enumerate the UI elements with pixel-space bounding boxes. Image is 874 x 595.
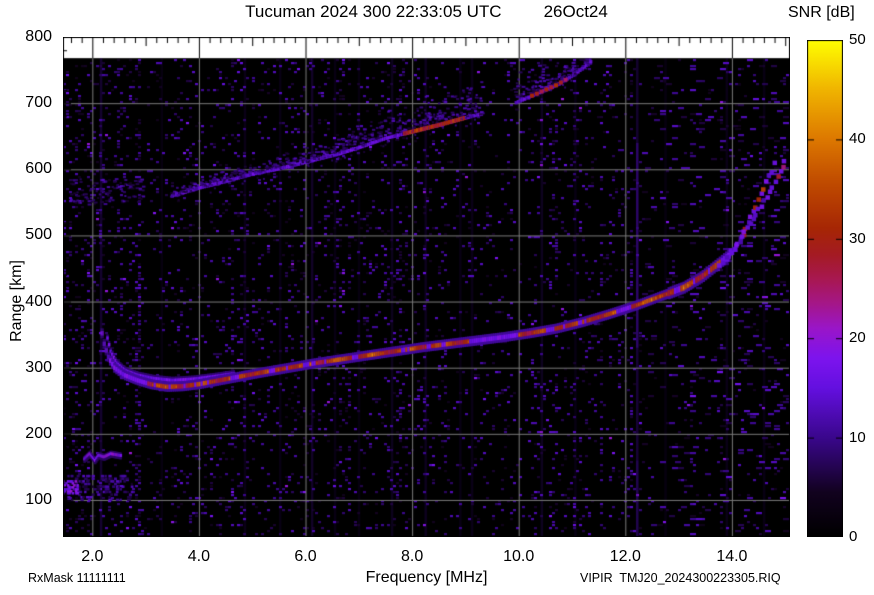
colorbar-canvas [807, 40, 843, 537]
y-tick-label: 500 [25, 226, 52, 244]
ionogram-figure: Tucuman 2024 300 22:33:05 UTC 26Oct24 SN… [0, 0, 874, 595]
y-tick-label: 300 [25, 358, 52, 376]
x-tick-label: 10.0 [503, 548, 535, 565]
colorbar-tick-label: 10 [849, 428, 866, 446]
x-tick-label: 8.0 [400, 548, 424, 565]
filename-text: VIPIR TMJ20_2024300223305.RIQ [580, 571, 781, 585]
ionogram-canvas [63, 37, 790, 537]
plot-header: Tucuman 2024 300 22:33:05 UTC 26Oct24 [63, 2, 790, 22]
x-tick-label: 2.0 [81, 548, 104, 565]
colorbar-tick-label: 0 [849, 528, 858, 545]
x-tick-label: 14.0 [716, 548, 748, 565]
y-tick-label: 800 [25, 28, 52, 45]
plot-date: 26Oct24 [543, 2, 608, 21]
colorbar-tick-label: 30 [849, 229, 866, 247]
y-tick-label: 600 [25, 160, 52, 178]
colorbar-tick-label: 20 [849, 329, 866, 347]
x-tick-label: 4.0 [187, 548, 211, 565]
x-tick-label: 6.0 [294, 548, 317, 565]
y-tick-label: 700 [25, 94, 52, 112]
y-tick-label: 100 [25, 490, 52, 508]
y-tick-label: 400 [25, 292, 52, 310]
colorbar-tick-label: 40 [849, 130, 866, 148]
colorbar-title: SNR [dB] [788, 4, 855, 21]
colorbar-tick-label: 50 [849, 31, 866, 48]
x-tick-label: 12.0 [609, 548, 641, 565]
y-tick-label: 200 [25, 424, 52, 442]
plot-title: Tucuman 2024 300 22:33:05 UTC [245, 2, 502, 21]
